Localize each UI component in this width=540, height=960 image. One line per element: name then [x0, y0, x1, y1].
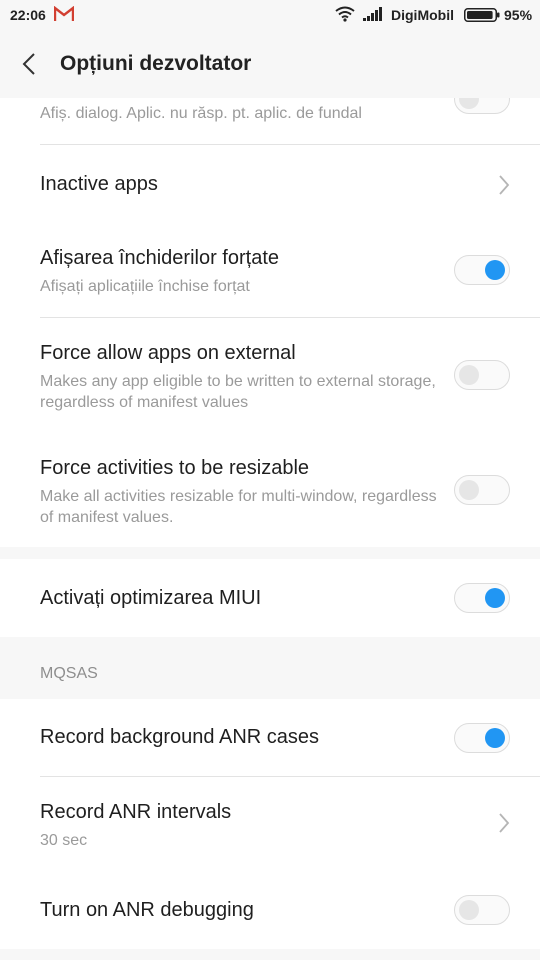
setting-row-inactive-apps[interactable]: Inactive apps — [0, 145, 540, 235]
toggle-switch[interactable] — [454, 583, 510, 613]
setting-title: Inactive apps — [40, 173, 158, 195]
toggle-knob — [459, 365, 479, 385]
setting-subtitle: Afiș. dialog. Aplic. nu răsp. pt. aplic.… — [40, 105, 362, 122]
setting-subtitle: Afișați aplicațiile închise forțat — [40, 278, 250, 295]
chevron-right-icon — [499, 813, 510, 833]
toggle-knob — [485, 588, 505, 608]
setting-subtitle: Make all activities resizable for multi-… — [40, 488, 437, 526]
setting-subtitle: Makes any app eligible to be written to … — [40, 373, 436, 411]
setting-row-anr-intervals[interactable]: Record ANR intervals 30 sec — [0, 777, 540, 871]
setting-title: Force allow apps on external — [40, 342, 296, 364]
setting-subtitle: 30 sec — [40, 832, 88, 849]
settings-card-3: Record background ANR cases Record ANR i… — [0, 699, 540, 949]
toggle-switch[interactable] — [454, 723, 510, 753]
toggle-knob — [459, 900, 479, 920]
back-arrow-icon[interactable] — [16, 50, 44, 78]
setting-title: Record ANR intervals — [40, 801, 232, 823]
toggle-knob — [485, 728, 505, 748]
setting-title: Force activities to be resizable — [40, 457, 310, 479]
setting-title: Afișarea închiderilor forțate — [40, 247, 280, 269]
settings-card-2: Activați optimizarea MIUI — [0, 559, 540, 637]
toggle-knob — [485, 260, 505, 280]
setting-row-record-bg-anr[interactable]: Record background ANR cases — [0, 699, 540, 777]
toggle-switch[interactable] — [454, 255, 510, 285]
toggle-knob — [459, 480, 479, 500]
setting-row-miui-optimization[interactable]: Activați optimizarea MIUI — [0, 559, 540, 637]
page-title: Opțiuni dezvoltator — [60, 52, 252, 75]
app-header: Opțiuni dezvoltator — [0, 30, 540, 98]
setting-row-force-close[interactable]: Afișarea închiderilor forțate Afișați ap… — [0, 235, 540, 318]
setting-row-force-external[interactable]: Force allow apps on external Makes any a… — [0, 318, 540, 432]
settings-list: Afiș. dialog. Aplic. nu răsp. pt. aplic.… — [0, 0, 540, 960]
section-header-mqsas: MQSAS — [40, 665, 98, 682]
setting-title: Record background ANR cases — [40, 726, 320, 748]
toggle-switch[interactable] — [454, 895, 510, 925]
toggle-switch[interactable] — [454, 360, 510, 390]
setting-title: Activați optimizarea MIUI — [40, 587, 262, 609]
settings-card-1: Afiș. dialog. Aplic. nu răsp. pt. aplic.… — [0, 60, 540, 547]
toggle-switch[interactable] — [454, 475, 510, 505]
setting-row-force-resizable[interactable]: Force activities to be resizable Make al… — [0, 432, 540, 547]
chevron-right-icon — [499, 175, 510, 195]
setting-row-anr-debugging[interactable]: Turn on ANR debugging — [0, 871, 540, 949]
setting-title: Turn on ANR debugging — [40, 899, 254, 921]
